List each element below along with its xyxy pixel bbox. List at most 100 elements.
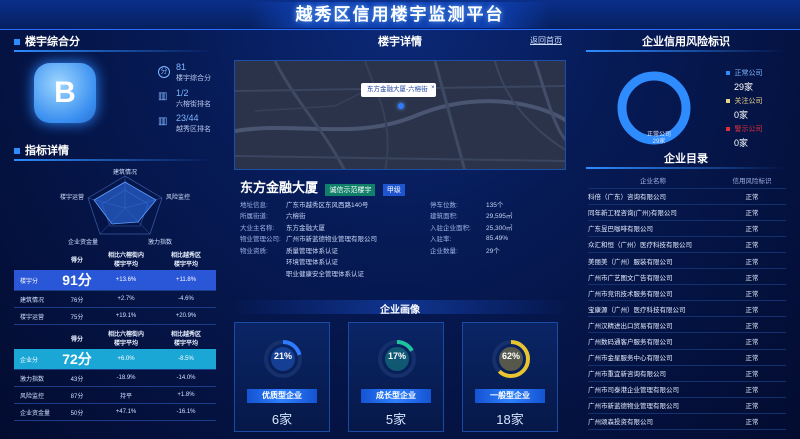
company-name: 广州市重宜新咨询有限公司 bbox=[588, 365, 718, 382]
table-row[interactable]: 风险监控 87分 持平 +1.8% bbox=[14, 386, 216, 404]
company-name: 广州汉精进出口贸易有限公司 bbox=[588, 316, 718, 334]
honest-tag: 诚信示范楼宇 bbox=[325, 184, 376, 196]
col-header: 信用风险标识 bbox=[718, 172, 786, 189]
company-name: 广州数码通客户服务有限公司 bbox=[588, 332, 718, 350]
table-row[interactable]: 建筑情况 76分 +2.7% -4.6% bbox=[14, 290, 216, 308]
bar-chart-icon: ▥ bbox=[158, 116, 168, 127]
table-row[interactable]: 企业分 72分 +6.0% -8.5% bbox=[14, 349, 216, 370]
donut-ring bbox=[617, 71, 691, 145]
donut-caption: 正常公司 29家 bbox=[647, 132, 672, 145]
risk-status: 正常 bbox=[718, 300, 786, 318]
stat-value: 1/2 bbox=[176, 88, 189, 98]
score-title: 楼宇综合分 bbox=[25, 36, 80, 48]
radar-label: 激力指数 bbox=[148, 238, 172, 246]
company-row[interactable]: 广州市广艺图文广告有限公司 正常 bbox=[588, 268, 786, 286]
company-name: 广东昱巴咖啡有限公司 bbox=[588, 220, 718, 237]
card-label: 成长型企业 bbox=[361, 389, 431, 403]
company-name: 美丽美（广州）服装有限公司 bbox=[588, 252, 718, 270]
risk-status: 正常 bbox=[718, 381, 786, 398]
risk-status: 正常 bbox=[718, 332, 786, 350]
portrait-card[interactable]: 17% 成长型企业 5家 bbox=[348, 322, 444, 432]
col-header: 得分 bbox=[70, 336, 83, 343]
map-roads bbox=[235, 61, 565, 169]
risk-status: 正常 bbox=[718, 188, 786, 205]
table-row[interactable]: 楼宇分 91分 +13.6% +11.8% bbox=[14, 270, 216, 291]
company-row[interactable]: 众汇和恒（广州）医疗科技有限公司 正常 bbox=[588, 236, 786, 253]
risk-status: 正常 bbox=[718, 252, 786, 270]
score-header: 楼宇综合分 bbox=[14, 34, 214, 52]
card-count: 6家 bbox=[271, 412, 293, 427]
detail-title: 指标详情 bbox=[25, 145, 69, 157]
col-header: 相比越秀区 楼宇平均 bbox=[170, 253, 201, 268]
radar-label: 企业资金量 bbox=[68, 238, 98, 246]
company-row[interactable]: 广州市新蓝德物业管理有限公司 正常 bbox=[588, 397, 786, 414]
company-row[interactable]: 广州汉精进出口贸易有限公司 正常 bbox=[588, 316, 786, 334]
bar-chart-icon: ▥ bbox=[158, 91, 168, 102]
info-right: 停车位数: 135个 建筑面积: 29,595㎡ 入驻企业面积: 25,300㎡ 入驻… bbox=[430, 201, 513, 255]
stat-label: 越秀区排名 bbox=[176, 126, 211, 133]
company-name: 广州市广艺图文广告有限公司 bbox=[588, 268, 718, 286]
company-name: 广州市金星服务中心有限公司 bbox=[588, 349, 718, 366]
score-icon: 分 bbox=[158, 66, 170, 78]
company-row[interactable]: 广州数码通客户服务有限公司 正常 bbox=[588, 332, 786, 350]
company-row[interactable]: 同年新工程咨询(广州)有限公司 正常 bbox=[588, 204, 786, 221]
grade-badge: B bbox=[34, 63, 96, 123]
portrait-header: 企业画像 bbox=[232, 300, 568, 316]
radar-chart: 建筑情况 风险监控 激力指数 企业资金量 楼宇运营 bbox=[60, 168, 190, 246]
company-list-header: 企业目录 bbox=[586, 151, 786, 169]
table-row[interactable]: 激力指数 43分 -18.9% -14.0% bbox=[14, 369, 216, 387]
company-row[interactable]: 宝康源（广州）医疗科技有限公司 正常 bbox=[588, 300, 786, 318]
info-left: 地址信息: 广东市越秀区东风西路140号 所属街道: 六榕街 大业主名称: 东方金融大… bbox=[240, 201, 377, 278]
portrait-card[interactable]: 21% 优质型企业 6家 bbox=[234, 322, 330, 432]
company-row[interactable]: 广州颂森投资有限公司 正常 bbox=[588, 413, 786, 431]
card-count: 18家 bbox=[496, 412, 524, 427]
company-row[interactable]: 科倍（广东）咨询有限公司 正常 bbox=[588, 188, 786, 205]
map-popup[interactable]: 东方金融大厦-六榕街 × bbox=[361, 83, 436, 97]
square-icon bbox=[14, 39, 20, 46]
portrait-card[interactable]: 62% 一般型企业 18家 bbox=[462, 322, 558, 432]
building-name: 东方金融大厦 bbox=[240, 180, 319, 195]
map-popup-label: 东方金融大厦-六榕街 bbox=[367, 86, 428, 93]
company-row[interactable]: 广东昱巴咖啡有限公司 正常 bbox=[588, 220, 786, 237]
company-row[interactable]: 美丽美（广州）服装有限公司 正常 bbox=[588, 252, 786, 270]
company-name: 众汇和恒（广州）医疗科技有限公司 bbox=[588, 236, 718, 253]
map[interactable]: 东方金融大厦-六榕街 × bbox=[234, 60, 566, 170]
risk-legend: 正常公司 29家 关注公司 0家 警示公司 0家 bbox=[726, 62, 786, 148]
risk-status: 正常 bbox=[718, 204, 786, 221]
company-name: 广州市司泰港企业管理有限公司 bbox=[588, 381, 718, 398]
table-row[interactable]: 企业资金量 50分 +47.1% -16.1% bbox=[14, 403, 216, 421]
card-label: 优质型企业 bbox=[247, 389, 317, 403]
legend-item: 关注公司 0家 bbox=[726, 90, 786, 120]
company-row[interactable]: 广州市金星服务中心有限公司 正常 bbox=[588, 349, 786, 366]
center-header: 楼宇详情 返回首页 bbox=[232, 34, 568, 48]
company-row[interactable]: 广州市重宜新咨询有限公司 正常 bbox=[588, 365, 786, 382]
percent-label: 62% bbox=[501, 351, 520, 361]
page-title: 越秀区信用楼宇监测平台 bbox=[250, 2, 550, 28]
company-row[interactable]: 广州市竞讯技术服务有限公司 正常 bbox=[588, 284, 786, 302]
grade-tag: 甲级 bbox=[382, 184, 405, 196]
radar-area bbox=[93, 181, 157, 225]
col-header: 企业名称 bbox=[588, 172, 718, 189]
card-count: 5家 bbox=[385, 412, 407, 427]
legend-item: 正常公司 29家 bbox=[726, 62, 786, 92]
risk-status: 正常 bbox=[718, 397, 786, 414]
company-name: 广州市竞讯技术服务有限公司 bbox=[588, 284, 718, 302]
detail-header: 指标详情 bbox=[14, 143, 214, 161]
company-name: 宝康源（广州）医疗科技有限公司 bbox=[588, 300, 718, 318]
company-name: 广州颂森投资有限公司 bbox=[588, 413, 718, 431]
risk-status: 正常 bbox=[718, 413, 786, 431]
col-header: 相比六榕街内 楼宇平均 bbox=[107, 253, 144, 268]
table-row[interactable]: 楼宇运营 75分 +19.1% +20.9% bbox=[14, 307, 216, 325]
stat-label: 六榕街排名 bbox=[176, 101, 211, 108]
company-name: 科倍（广东）咨询有限公司 bbox=[588, 188, 718, 205]
stat-value: 81 bbox=[176, 62, 187, 72]
close-icon[interactable]: × bbox=[431, 81, 435, 95]
percent-label: 21% bbox=[273, 351, 292, 361]
back-home-link[interactable]: 返回首页 bbox=[530, 35, 562, 46]
company-row[interactable]: 广州市司泰港企业管理有限公司 正常 bbox=[588, 381, 786, 398]
map-pin-icon[interactable] bbox=[398, 103, 404, 109]
radar-label: 风险监控 bbox=[166, 193, 190, 201]
risk-status: 正常 bbox=[718, 284, 786, 302]
risk-status: 正常 bbox=[718, 268, 786, 286]
radar-label: 楼宇运营 bbox=[60, 193, 84, 201]
